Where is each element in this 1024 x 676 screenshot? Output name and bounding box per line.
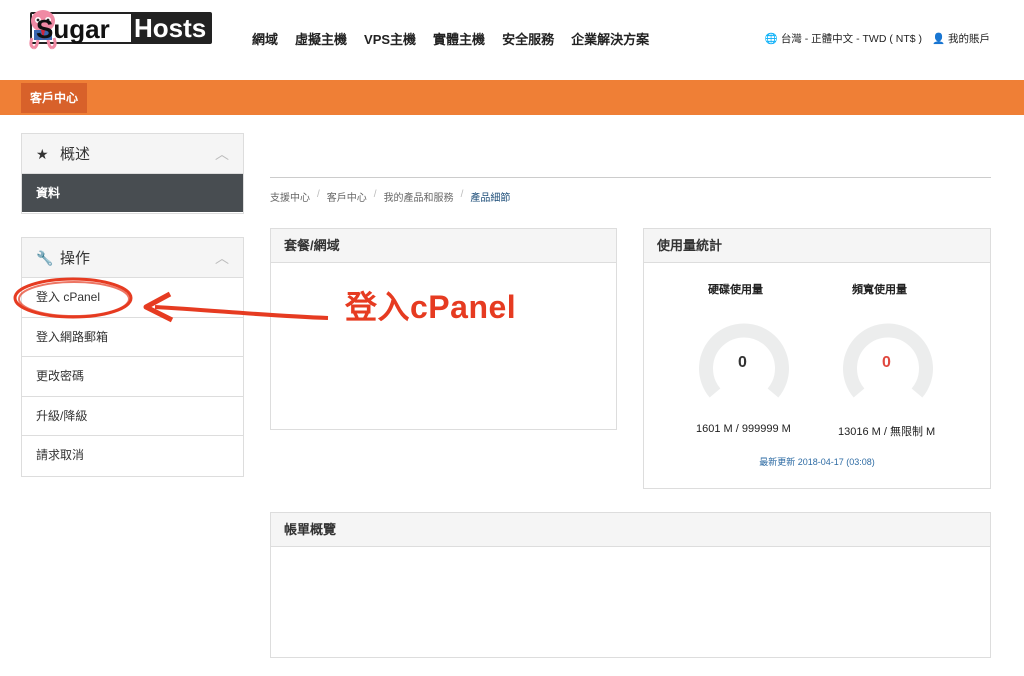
billing-overview-panel: 帳單概覽 bbox=[270, 512, 991, 658]
bandwidth-usage-caption: 13016 M / 無限制 M bbox=[838, 426, 936, 438]
usage-panel-title: 使用量統計 bbox=[644, 229, 990, 263]
usage-stats-panel: 使用量統計 硬碟使用量 0 1601 M / 999999 M 頻寬使用量 0 … bbox=[643, 228, 991, 489]
nav-dedicated[interactable]: 實體主機 bbox=[433, 29, 485, 48]
account-label: 我的賬戶 bbox=[948, 33, 990, 45]
breadcrumb-client-area[interactable]: 客戶中心 bbox=[327, 189, 367, 204]
sidebar-item-change-password[interactable]: 更改密碼 bbox=[22, 357, 243, 397]
section-bar bbox=[0, 80, 1024, 115]
nav-shared-hosting[interactable]: 虛擬主機 bbox=[295, 29, 347, 48]
site-header: Sugar Hosts 網域 虛擬主機 VPS主機 實體主機 安全服務 企業解決… bbox=[0, 0, 1024, 80]
star-icon: ★ bbox=[36, 146, 49, 162]
main-nav: 網域 虛擬主機 VPS主機 實體主機 安全服務 企業解決方案 bbox=[252, 29, 666, 48]
chevron-up-icon[interactable]: ︿ bbox=[215, 238, 229, 278]
divider bbox=[270, 177, 991, 178]
nav-enterprise[interactable]: 企業解決方案 bbox=[571, 29, 649, 48]
sidebar-actions-panel: 🔧 操作 ︿ 登入 cPanel 登入網路郵箱 更改密碼 升級/降級 請求取消 bbox=[21, 237, 244, 477]
header-utilities: 🌐 台灣 - 正體中文 - TWD ( NT$ ) 👤 我的賬戶 bbox=[765, 31, 990, 46]
logo-text-sugar: Sugar bbox=[36, 14, 110, 44]
actions-panel-header[interactable]: 🔧 操作 ︿ bbox=[22, 238, 243, 278]
nav-security[interactable]: 安全服務 bbox=[502, 29, 554, 48]
actions-title: 操作 bbox=[60, 250, 91, 267]
nav-vps[interactable]: VPS主機 bbox=[364, 29, 416, 48]
wrench-icon: 🔧 bbox=[36, 250, 54, 266]
last-updated: 最新更新 2018-04-17 (03:08) bbox=[759, 457, 875, 467]
logo-text-hosts: Hosts bbox=[131, 14, 212, 42]
sidebar-overview-panel: ★ 概述 ︿ 資料 bbox=[21, 133, 244, 214]
bandwidth-usage-label: 頻寬使用量 bbox=[852, 284, 907, 296]
disk-usage-caption: 1601 M / 999999 M bbox=[696, 423, 791, 435]
package-panel-title: 套餐/網域 bbox=[271, 229, 616, 263]
annotation-arrow bbox=[13, 277, 329, 323]
overview-title: 概述 bbox=[60, 146, 91, 163]
account-link[interactable]: 👤 我的賬戶 bbox=[932, 31, 990, 46]
package-domain-panel: 套餐/網域 bbox=[270, 228, 617, 430]
sidebar-item-upgrade-downgrade[interactable]: 升級/降級 bbox=[22, 397, 243, 436]
sidebar-item-request-cancel[interactable]: 請求取消 bbox=[22, 436, 243, 476]
chevron-up-icon[interactable]: ︿ bbox=[215, 134, 229, 174]
bandwidth-usage-value: 0 bbox=[882, 354, 891, 371]
globe-icon: 🌐 bbox=[764, 33, 778, 45]
locale-selector[interactable]: 🌐 台灣 - 正體中文 - TWD ( NT$ ) bbox=[765, 31, 922, 46]
client-area-tab[interactable]: 客戶中心 bbox=[21, 83, 88, 113]
nav-domains[interactable]: 網域 bbox=[252, 29, 278, 48]
breadcrumb-support[interactable]: 支援中心 bbox=[270, 189, 310, 204]
billing-panel-title: 帳單概覽 bbox=[271, 513, 990, 547]
locale-label: 台灣 - 正體中文 - TWD ( NT$ ) bbox=[780, 33, 922, 45]
user-icon: 👤 bbox=[932, 33, 946, 45]
disk-usage-value: 0 bbox=[738, 354, 747, 371]
breadcrumb-current: 產品細節 bbox=[470, 193, 511, 204]
overview-panel-header[interactable]: ★ 概述 ︿ bbox=[22, 134, 243, 174]
breadcrumb: 支援中心 / 客戶中心 / 我的產品和服務 / 產品細節 bbox=[270, 189, 511, 204]
annotation-label: 登入cPanel bbox=[345, 289, 517, 325]
breadcrumb-my-services[interactable]: 我的產品和服務 bbox=[384, 189, 454, 204]
sidebar-item-info[interactable]: 資料 bbox=[22, 174, 243, 212]
disk-usage-label: 硬碟使用量 bbox=[708, 284, 763, 296]
